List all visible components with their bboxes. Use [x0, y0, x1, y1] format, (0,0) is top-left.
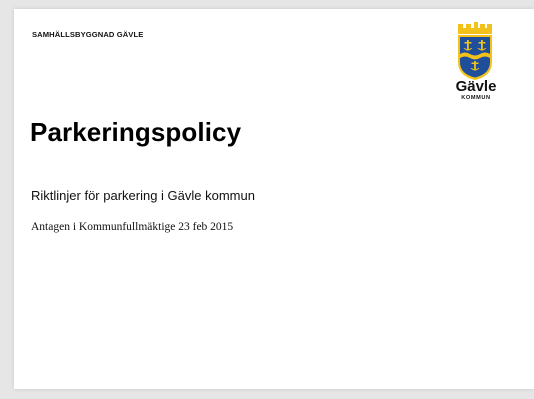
document-subtitle: Riktlinjer för parkering i Gävle kommun	[31, 188, 255, 203]
document-viewer: SAMHÄLLSBYGGNAD GÄVLE Gävle KOMMUN Parke…	[0, 0, 534, 399]
logo-subtext: KOMMUN	[461, 95, 491, 101]
shield-icon	[458, 35, 492, 80]
document-title: Parkeringspolicy	[30, 117, 242, 147]
department-header: SAMHÄLLSBYGGNAD GÄVLE	[32, 30, 144, 39]
crown-icon	[458, 22, 492, 34]
adoption-note: Antagen i Kommunfullmäktige 23 feb 2015	[31, 221, 234, 233]
logo-wordmark: Gävle	[455, 78, 497, 95]
